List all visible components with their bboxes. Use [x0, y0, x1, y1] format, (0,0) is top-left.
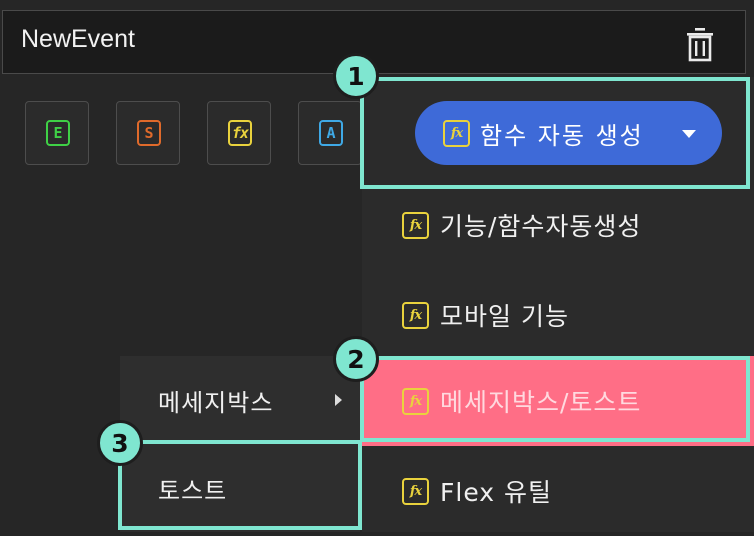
menu-item-label: 기능/함수자동생성	[440, 212, 642, 241]
highlight-box-3	[118, 440, 362, 530]
function-icon: fx	[228, 120, 252, 146]
step-marker-3: 3	[97, 420, 143, 466]
menu-item-auto-generate[interactable]: fx 기능/함수자동생성	[362, 180, 754, 270]
event-icon: E	[46, 120, 70, 146]
submenu-item-label: 메세지박스	[158, 388, 274, 417]
event-name[interactable]: NewEvent	[21, 25, 135, 54]
function-icon: fx	[402, 301, 429, 329]
highlight-box-1	[360, 77, 750, 189]
menu-item-label: Flex 유틸	[440, 478, 553, 507]
chevron-right-icon	[335, 394, 342, 406]
menu-item-flex-util[interactable]: fx Flex 유틸	[362, 446, 754, 536]
step-marker-1: 1	[333, 53, 379, 99]
highlight-box-2	[360, 356, 750, 442]
trash-icon[interactable]	[683, 25, 717, 63]
event-button[interactable]: E	[25, 101, 89, 165]
menu-item-label: 모바일 기능	[440, 302, 569, 331]
menu-item-mobile[interactable]: fx 모바일 기능	[362, 270, 754, 360]
function-button[interactable]: fx	[207, 101, 271, 165]
action-icon: A	[319, 120, 343, 146]
action-button[interactable]: A	[298, 101, 362, 165]
script-button[interactable]: S	[116, 101, 180, 165]
function-icon: fx	[402, 477, 429, 505]
step-marker-2: 2	[333, 336, 379, 382]
submenu-item-messagebox[interactable]: 메세지박스	[120, 356, 360, 444]
function-icon: fx	[402, 211, 429, 239]
script-icon: S	[137, 120, 161, 146]
